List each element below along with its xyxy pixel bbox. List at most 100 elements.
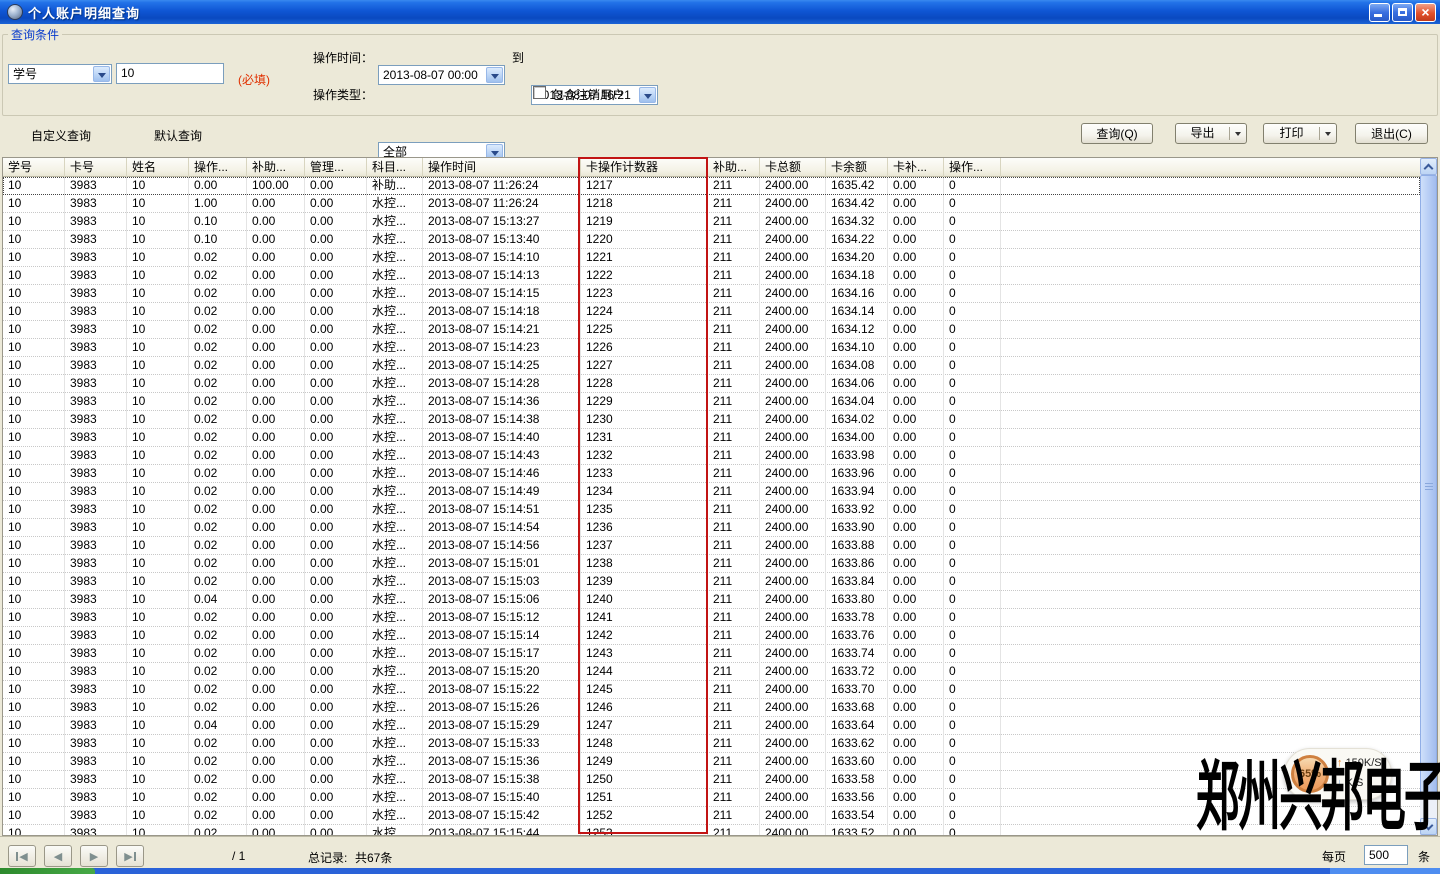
print-dropdown-arrow[interactable] <box>1320 124 1336 143</box>
table-row[interactable]: 103983100.020.000.00水控...2013-08-07 15:1… <box>3 681 1420 699</box>
column-header[interactable]: 操作... <box>189 158 247 177</box>
table-row[interactable]: 103983100.020.000.00水控...2013-08-07 15:1… <box>3 645 1420 663</box>
table-row[interactable]: 103983100.020.000.00水控...2013-08-07 15:1… <box>3 627 1420 645</box>
first-page-button[interactable]: ◀ <box>8 845 36 867</box>
restore-button[interactable] <box>1392 3 1413 22</box>
table-row[interactable]: 103983100.020.000.00水控...2013-08-07 15:1… <box>3 249 1420 267</box>
prev-page-button[interactable]: ◀ <box>44 845 72 867</box>
table-cell: 2400.00 <box>760 267 826 285</box>
table-cell: 10 <box>127 717 189 735</box>
column-header[interactable]: 补助... <box>708 158 760 177</box>
table-cell: 10 <box>3 357 65 375</box>
taskbar[interactable] <box>0 868 1440 874</box>
query-button[interactable]: 查询(Q) <box>1081 123 1153 144</box>
table-row[interactable]: 103983100.020.000.00水控...2013-08-07 15:1… <box>3 555 1420 573</box>
table-cell: 0.00 <box>888 195 944 213</box>
chevron-down-icon[interactable] <box>639 87 656 103</box>
table-row[interactable]: 103983100.020.000.00水控...2013-08-07 15:1… <box>3 609 1420 627</box>
chevron-down-icon[interactable] <box>486 67 503 83</box>
column-header[interactable]: 卡号 <box>65 158 127 177</box>
table-row[interactable]: 103983100.100.000.00水控...2013-08-07 15:1… <box>3 231 1420 249</box>
print-button[interactable]: 打印 <box>1263 123 1337 144</box>
column-header[interactable]: 卡补... <box>888 158 944 177</box>
table-row[interactable]: 103983100.040.000.00水控...2013-08-07 15:1… <box>3 591 1420 609</box>
column-header[interactable]: 卡操作计数器 <box>581 158 708 177</box>
table-row[interactable]: 103983100.020.000.00水控...2013-08-07 15:1… <box>3 501 1420 519</box>
table-row[interactable]: 103983100.020.000.00水控...2013-08-07 15:1… <box>3 447 1420 465</box>
table-cell: 10 <box>127 339 189 357</box>
table-cell: 0.00 <box>247 249 305 267</box>
exit-button[interactable]: 退出(C) <box>1355 123 1428 144</box>
minimize-button[interactable] <box>1369 3 1390 22</box>
table-header-row: 学号卡号姓名操作...补助...管理...科目...操作时间卡操作计数器补助..… <box>3 158 1437 177</box>
column-header[interactable]: 卡总额 <box>760 158 826 177</box>
table-row[interactable]: 103983100.020.000.00水控...2013-08-07 15:1… <box>3 519 1420 537</box>
table-row[interactable]: 103983100.020.000.00水控...2013-08-07 15:1… <box>3 699 1420 717</box>
vertical-scrollbar[interactable] <box>1420 158 1437 835</box>
table-row[interactable]: 103983100.040.000.00水控...2013-08-07 15:1… <box>3 717 1420 735</box>
table-row[interactable]: 103983101.000.000.00水控...2013-08-07 11:2… <box>3 195 1420 213</box>
field-selector-dropdown[interactable]: 学号 <box>8 64 112 84</box>
table-row[interactable]: 103983100.00100.000.00补助...2013-08-07 11… <box>3 177 1420 195</box>
table-row[interactable]: 103983100.020.000.00水控...2013-08-07 15:1… <box>3 411 1420 429</box>
table-cell: 2400.00 <box>760 789 826 807</box>
table-row[interactable]: 103983100.100.000.00水控...2013-08-07 15:1… <box>3 213 1420 231</box>
column-header[interactable]: 卡余额 <box>826 158 888 177</box>
table-cell: 10 <box>3 483 65 501</box>
table-cell: 2400.00 <box>760 645 826 663</box>
table-cell: 0.00 <box>888 249 944 267</box>
table-row[interactable]: 103983100.020.000.00水控...2013-08-07 15:1… <box>3 663 1420 681</box>
column-header[interactable]: 操作... <box>944 158 1001 177</box>
column-header[interactable]: 科目... <box>367 158 423 177</box>
table-cell: 0.00 <box>305 375 367 393</box>
table-row[interactable]: 103983100.020.000.00水控...2013-08-07 15:1… <box>3 375 1420 393</box>
table-cell: 0.00 <box>247 717 305 735</box>
table-row[interactable]: 103983100.020.000.00水控...2013-08-07 15:1… <box>3 357 1420 375</box>
table-row[interactable]: 103983100.020.000.00水控...2013-08-07 15:1… <box>3 735 1420 753</box>
table-cell: 10 <box>3 519 65 537</box>
table-row[interactable]: 103983100.020.000.00水控...2013-08-07 15:1… <box>3 573 1420 591</box>
minimize-icon <box>1374 14 1382 17</box>
table-cell: 10 <box>127 429 189 447</box>
column-header[interactable]: 操作时间 <box>423 158 581 177</box>
next-page-button[interactable]: ▶ <box>80 845 108 867</box>
table-cell: 3983 <box>65 789 127 807</box>
table-row[interactable]: 103983100.020.000.00水控...2013-08-07 15:1… <box>3 483 1420 501</box>
table-row[interactable]: 103983100.020.000.00水控...2013-08-07 15:1… <box>3 429 1420 447</box>
table-row[interactable]: 103983100.020.000.00水控...2013-08-07 15:1… <box>3 285 1420 303</box>
table-cell: 0.00 <box>888 789 944 807</box>
export-button[interactable]: 导出 <box>1175 123 1247 144</box>
table-cell: 0.02 <box>189 357 247 375</box>
table-cell: 10 <box>127 177 189 195</box>
scrollbar-thumb[interactable] <box>1420 175 1437 799</box>
table-row[interactable]: 103983100.020.000.00水控...2013-08-07 15:1… <box>3 303 1420 321</box>
table-row[interactable]: 103983100.020.000.00水控...2013-08-07 15:1… <box>3 267 1420 285</box>
table-row[interactable]: 103983100.020.000.00水控...2013-08-07 15:1… <box>3 393 1420 411</box>
column-header[interactable]: 学号 <box>3 158 65 177</box>
table-row[interactable]: 103983100.020.000.00水控...2013-08-07 15:1… <box>3 321 1420 339</box>
table-row[interactable]: 103983100.020.000.00水控...2013-08-07 15:1… <box>3 537 1420 555</box>
table-row[interactable]: 103983100.020.000.00水控...2013-08-07 15:1… <box>3 339 1420 357</box>
column-header[interactable]: 补助... <box>247 158 305 177</box>
export-dropdown-arrow[interactable] <box>1230 124 1246 143</box>
scroll-up-button[interactable] <box>1420 158 1437 175</box>
include-cancelled-checkbox[interactable] <box>533 86 546 99</box>
chevron-down-icon[interactable] <box>93 66 110 82</box>
total-records-value: 共67条 <box>355 849 392 866</box>
per-page-input[interactable]: 500 <box>1364 845 1408 865</box>
table-cell: 211 <box>708 663 760 681</box>
column-header[interactable]: 姓名 <box>127 158 189 177</box>
table-cell: 0.02 <box>189 537 247 555</box>
start-button[interactable] <box>0 868 95 874</box>
column-header[interactable]: 管理... <box>305 158 367 177</box>
table-cell: 0.00 <box>305 429 367 447</box>
time-from-dropdown[interactable]: 2013-08-07 00:00 <box>378 65 505 85</box>
field-value-input[interactable]: 10 <box>116 63 224 84</box>
table-cell: 1242 <box>581 627 708 645</box>
table-cell: 2400.00 <box>760 177 826 195</box>
last-page-button[interactable]: ▶ <box>116 845 144 867</box>
close-button[interactable]: × <box>1415 3 1436 22</box>
table-cell: 10 <box>127 465 189 483</box>
table-row[interactable]: 103983100.020.000.00水控...2013-08-07 15:1… <box>3 465 1420 483</box>
table-cell: 0 <box>944 501 1001 519</box>
